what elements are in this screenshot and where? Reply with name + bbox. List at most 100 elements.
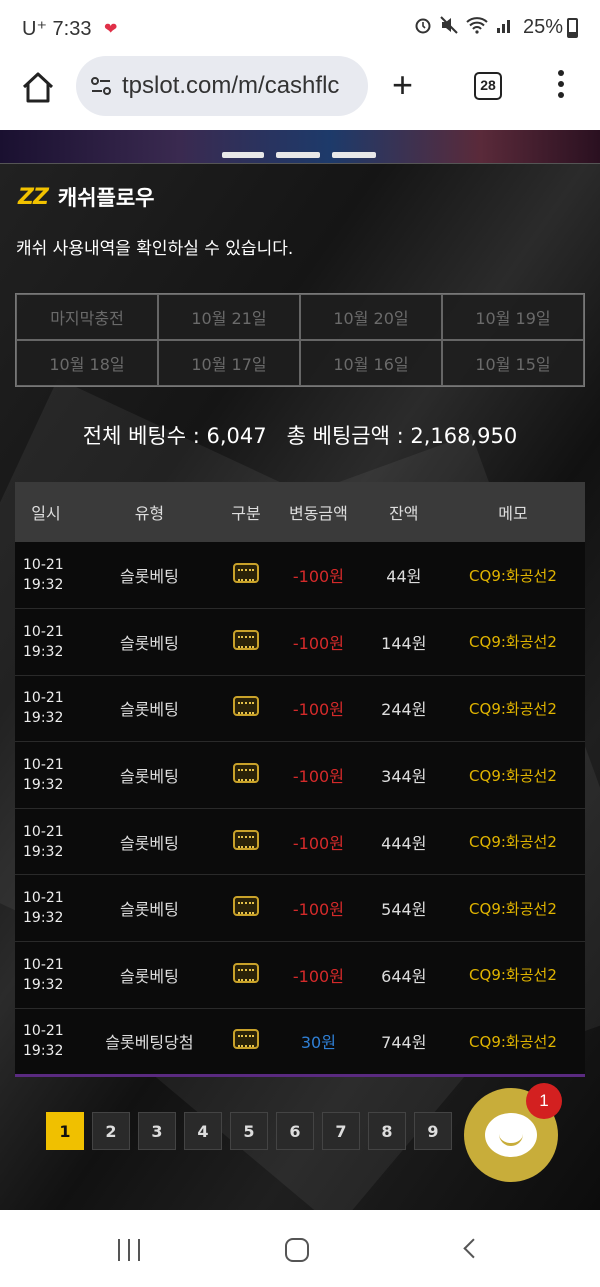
row-balance: 144원 (366, 608, 441, 676)
row-balance: 44원 (366, 542, 441, 610)
page-button[interactable]: 2 (92, 1112, 130, 1150)
new-tab-button[interactable]: + (392, 64, 413, 106)
row-balance: 444원 (366, 808, 441, 876)
table-bottom-border (15, 1074, 585, 1077)
status-bar: U⁺ 7:33 ❤ 25% (0, 0, 600, 56)
row-amount: -100원 (270, 941, 367, 1009)
heart-icon: ❤ (104, 21, 118, 38)
mute-icon (440, 16, 458, 34)
slot-machine-icon (232, 563, 259, 584)
betting-totals: 전체 베팅수 : 6,047 총 베팅금액 : 2,168,950 (82, 424, 518, 448)
home-nav-icon[interactable] (285, 1238, 309, 1262)
site-settings-icon[interactable] (90, 76, 112, 96)
table-row: 10-21 19:32 슬롯베팅당첨 30원 744원 CQ9:화공선2 (15, 1008, 585, 1076)
date-tab[interactable]: 10월 15일 (442, 340, 584, 386)
tab-switcher-button[interactable]: 28 (474, 72, 502, 100)
table-row: 10-21 19:32 슬롯베팅 -100원 544원 CQ9:화공선2 (15, 874, 585, 943)
row-memo: CQ9:화공선2 (440, 675, 585, 743)
slot-machine-icon (232, 763, 259, 784)
column-header: 메모 (440, 482, 585, 542)
page-button[interactable]: 5 (230, 1112, 268, 1150)
table-row: 10-21 19:32 슬롯베팅 -100원 644원 CQ9:화공선2 (15, 941, 585, 1009)
column-header: 잔액 (366, 482, 441, 542)
table-row: 10-21 19:32 슬롯베팅 -100원 344원 CQ9:화공선2 (15, 741, 585, 809)
page-button[interactable]: 3 (138, 1112, 176, 1150)
recent-apps-icon[interactable] (118, 1239, 140, 1261)
row-amount: -100원 (270, 608, 367, 676)
row-category (221, 1008, 271, 1076)
page-title: 캐쉬플로우 (57, 186, 155, 210)
row-amount: 30원 (270, 1008, 367, 1076)
status-carrier-time: U⁺ 7:33 (22, 18, 92, 40)
page-button[interactable]: 6 (276, 1112, 314, 1150)
date-tab[interactable]: 마지막충전 (16, 294, 158, 340)
column-header: 유형 (77, 482, 222, 542)
slot-machine-icon (232, 896, 259, 917)
date-tab[interactable]: 10월 21일 (158, 294, 300, 340)
wifi-icon (466, 17, 488, 34)
page-subtitle: 캐쉬 사용내역을 확인하실 수 있습니다. (16, 239, 294, 259)
column-header: 구분 (221, 482, 271, 542)
row-category (221, 675, 271, 743)
slot-machine-icon (232, 829, 259, 850)
row-datetime: 10-21 19:32 (15, 675, 77, 743)
row-category (221, 941, 271, 1009)
row-memo: CQ9:화공선2 (440, 741, 585, 809)
row-category (221, 808, 271, 876)
row-category (221, 874, 271, 943)
row-category (221, 542, 271, 610)
row-memo: CQ9:화공선2 (440, 808, 585, 876)
page-button[interactable]: 7 (322, 1112, 360, 1150)
chat-notification-badge: 1 (526, 1083, 562, 1119)
row-amount: -100원 (270, 542, 367, 610)
row-balance: 744원 (366, 1008, 441, 1076)
table-row: 10-21 19:32 슬롯베팅 -100원 144원 CQ9:화공선2 (15, 608, 585, 676)
page-button[interactable]: 4 (184, 1112, 222, 1150)
table-row: 10-21 19:32 슬롯베팅 -100원 244원 CQ9:화공선2 (15, 675, 585, 743)
row-memo: CQ9:화공선2 (440, 608, 585, 676)
date-tab[interactable]: 10월 16일 (300, 340, 442, 386)
address-bar[interactable]: tpslot.com/m/cashflc (76, 56, 368, 116)
table-header-row: 일시 유형 구분 변동금액 잔액 메모 (15, 482, 585, 542)
date-tab[interactable]: 10월 19일 (442, 294, 584, 340)
slot-machine-icon (232, 1029, 259, 1050)
row-type: 슬롯베팅 (77, 941, 222, 1009)
row-type: 슬롯베팅 (77, 741, 222, 809)
row-datetime: 10-21 19:32 (15, 1008, 77, 1076)
row-amount: -100원 (270, 874, 367, 943)
row-type: 슬롯베팅 (77, 608, 222, 676)
row-datetime: 10-21 19:32 (15, 741, 77, 809)
row-datetime: 10-21 19:32 (15, 941, 77, 1009)
row-category (221, 608, 271, 676)
row-type: 슬롯베팅 (77, 808, 222, 876)
row-memo: CQ9:화공선2 (440, 874, 585, 943)
row-type: 슬롯베팅 (77, 675, 222, 743)
row-memo: CQ9:화공선2 (440, 1008, 585, 1076)
date-tab[interactable]: 10월 17일 (158, 340, 300, 386)
back-icon[interactable] (463, 1238, 484, 1259)
column-header: 일시 (15, 482, 77, 542)
date-tab[interactable]: 10월 20일 (300, 294, 442, 340)
page-button[interactable]: 8 (368, 1112, 406, 1150)
slot-machine-icon (232, 962, 259, 983)
date-tab[interactable]: 10월 18일 (16, 340, 158, 386)
browser-toolbar: tpslot.com/m/cashflc + 28 (0, 56, 600, 130)
page-button[interactable]: 9 (414, 1112, 452, 1150)
row-type: 슬롯베팅 (77, 542, 222, 610)
page-header: ZZ 캐쉬플로우 (18, 182, 155, 212)
row-datetime: 10-21 19:32 (15, 874, 77, 943)
page-button[interactable]: 1 (46, 1112, 84, 1150)
top-banner (0, 130, 600, 164)
row-amount: -100원 (270, 741, 367, 809)
slot-machine-icon (232, 696, 259, 717)
row-type: 슬롯베팅 (77, 874, 222, 943)
row-type: 슬롯베팅당첨 (77, 1008, 222, 1076)
battery-percent: 25% (522, 16, 563, 38)
row-balance: 644원 (366, 941, 441, 1009)
row-datetime: 10-21 19:32 (15, 808, 77, 876)
more-menu-icon[interactable] (556, 70, 566, 104)
row-balance: 244원 (366, 675, 441, 743)
page-content: ZZ 캐쉬플로우 캐쉬 사용내역을 확인하실 수 있습니다. 마지막충전 10월… (0, 130, 600, 1210)
url-text: tpslot.com/m/cashflc (122, 72, 340, 99)
home-icon[interactable] (20, 70, 56, 106)
